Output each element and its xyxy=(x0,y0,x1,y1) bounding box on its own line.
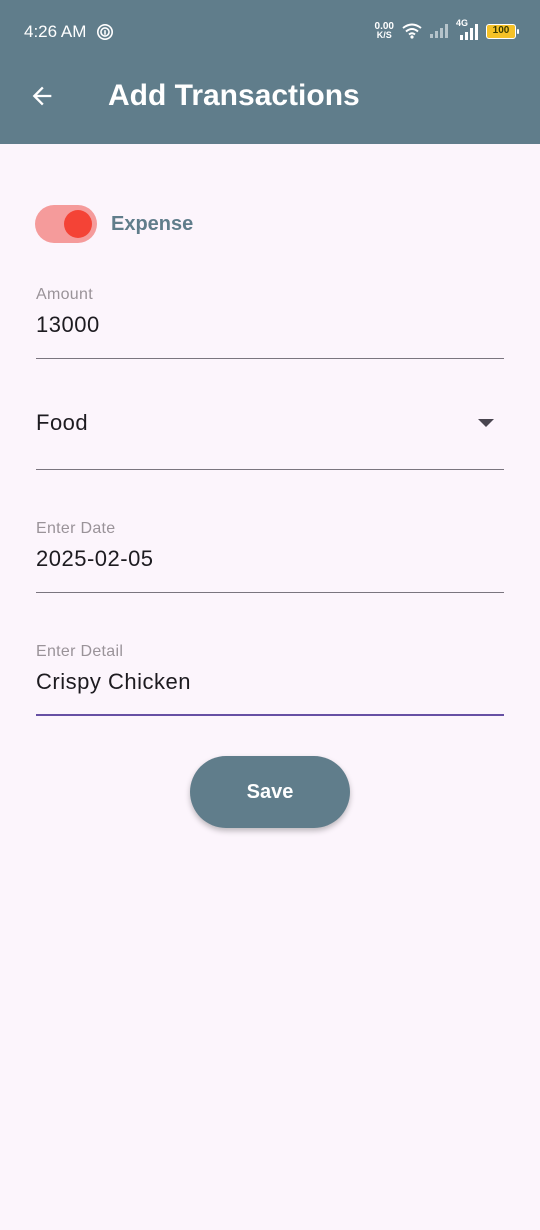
toggle-label: Expense xyxy=(111,212,194,235)
amount-input[interactable]: 13000 xyxy=(36,312,504,338)
status-bar: 4:26 AM 0.00 K/S 4G 100 xyxy=(0,0,540,68)
amount-underline xyxy=(36,358,504,359)
wifi-icon xyxy=(402,23,422,39)
signal-weak-icon xyxy=(430,24,448,38)
status-icons: 0.00 K/S 4G 100 xyxy=(375,18,519,40)
arrow-back-icon xyxy=(32,86,52,106)
detail-underline xyxy=(36,714,504,716)
expense-toggle[interactable] xyxy=(35,205,97,243)
amount-field[interactable]: Amount 13000 xyxy=(36,286,504,359)
amount-label: Amount xyxy=(36,286,93,303)
back-button[interactable] xyxy=(22,76,62,116)
category-underline xyxy=(36,469,504,470)
fingerprint-icon xyxy=(96,23,114,41)
date-underline xyxy=(36,592,504,593)
save-button[interactable]: Save xyxy=(190,756,350,828)
toggle-knob xyxy=(64,210,92,238)
transaction-type-row: Expense xyxy=(35,205,193,243)
detail-field[interactable]: Enter Detail Crispy Chicken xyxy=(36,643,504,717)
detail-label: Enter Detail xyxy=(36,643,124,660)
battery-level: 100 xyxy=(492,24,510,36)
dropdown-arrow-icon xyxy=(478,419,494,427)
battery-icon: 100 xyxy=(486,23,519,39)
category-selected: Food xyxy=(36,410,89,435)
status-time: 4:26 AM xyxy=(24,22,87,41)
date-field[interactable]: Enter Date 2025-02-05 xyxy=(36,520,504,593)
signal-4g-icon: 4G xyxy=(456,18,478,40)
net-speed: 0.00 K/S xyxy=(375,22,394,40)
page-title: Add Transactions xyxy=(108,79,360,112)
detail-input[interactable]: Crispy Chicken xyxy=(36,669,504,695)
net-speed-unit: K/S xyxy=(376,30,392,40)
date-input[interactable]: 2025-02-05 xyxy=(36,546,504,572)
date-label: Enter Date xyxy=(36,520,116,537)
category-dropdown[interactable]: Food xyxy=(36,390,504,470)
app-bar: 4:26 AM 0.00 K/S 4G 100 Add Transactions xyxy=(0,0,540,144)
